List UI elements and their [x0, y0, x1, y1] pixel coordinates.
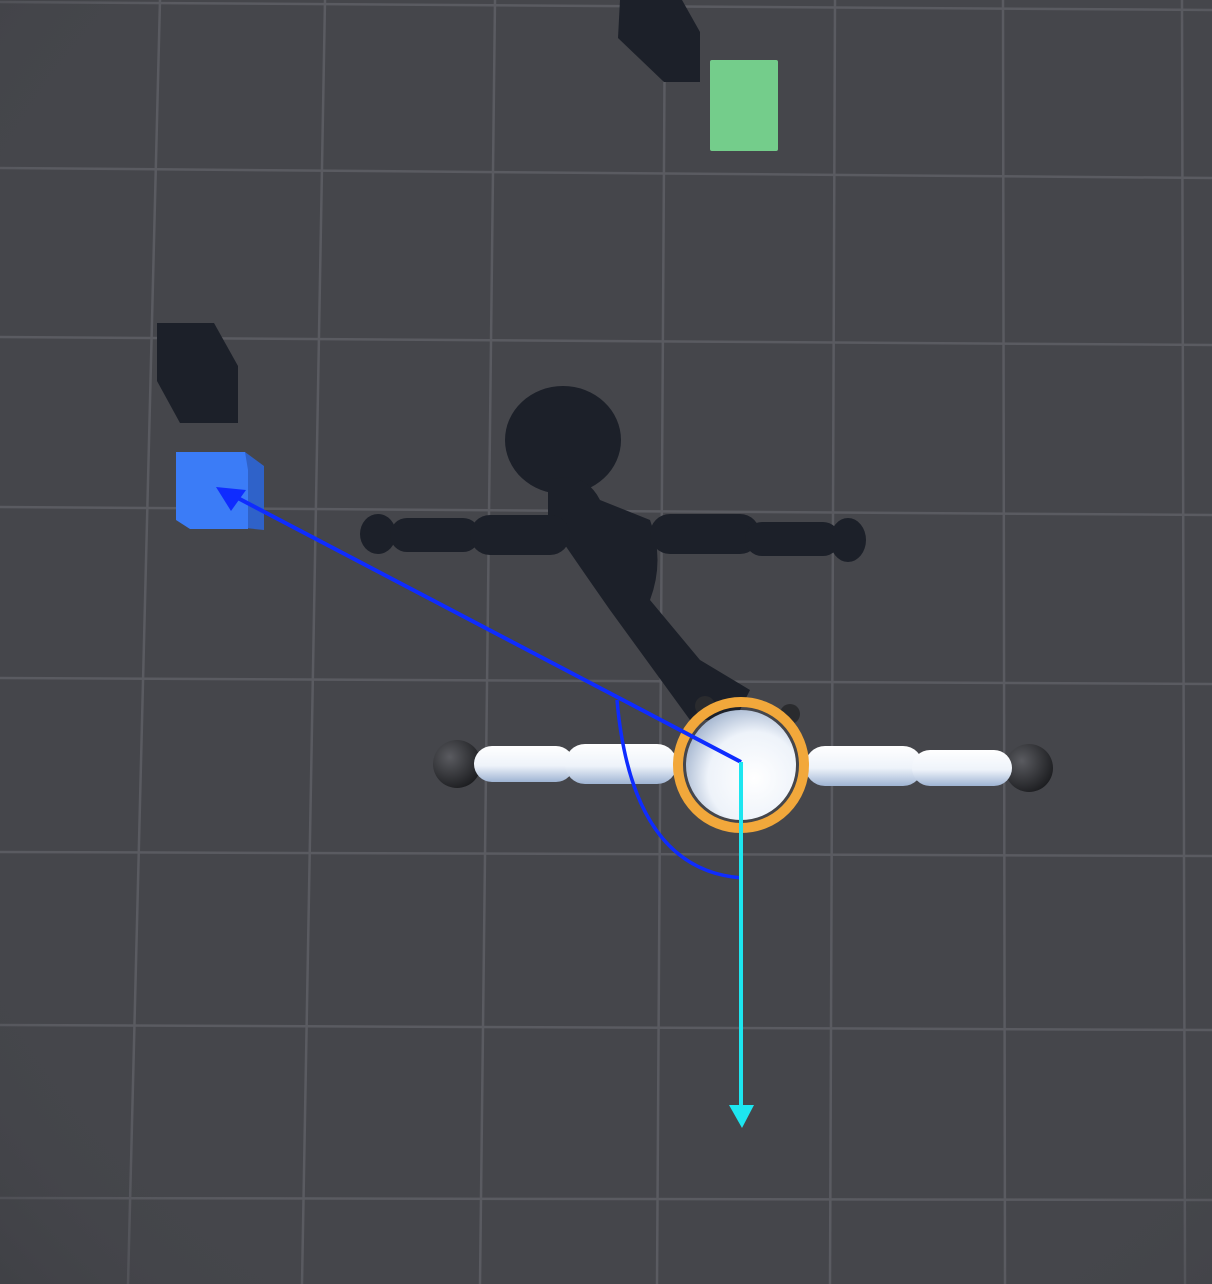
scene-viewport[interactable]	[0, 0, 1212, 1284]
right-hand-joint	[1005, 744, 1053, 792]
green-target-cube[interactable]	[710, 60, 778, 151]
scene-canvas[interactable]	[0, 0, 1212, 1284]
ground-vignette	[0, 0, 1212, 1284]
left-hand-joint	[433, 740, 481, 788]
